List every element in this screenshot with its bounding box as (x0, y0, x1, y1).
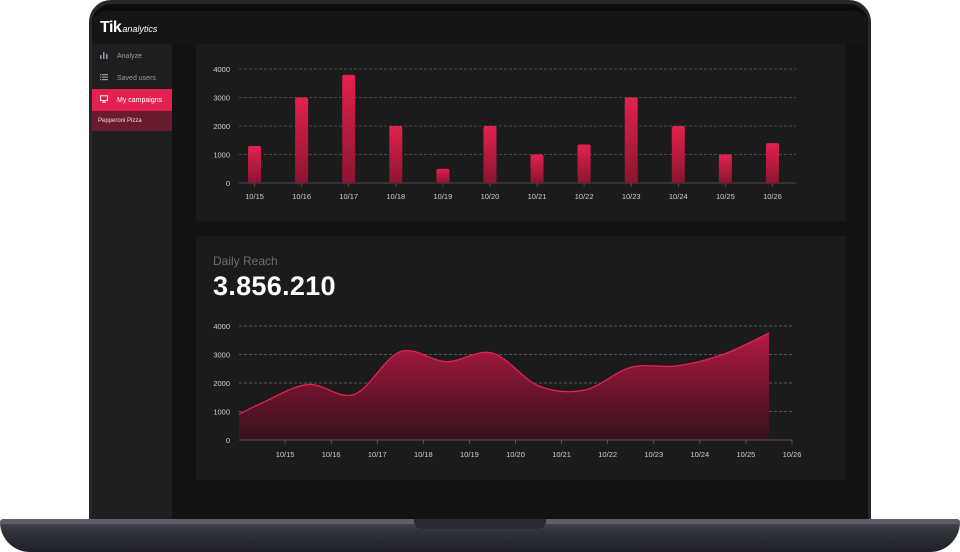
sidebar: Analyze Saved users My campaigns Peppero… (92, 44, 172, 519)
x-tick-label: 10/21 (552, 450, 571, 459)
x-tick-label: 10/18 (386, 192, 405, 201)
y-tick-label: 0 (226, 179, 230, 188)
x-tick-label: 10/23 (622, 192, 641, 201)
y-tick-label: 1000 (213, 408, 230, 417)
bar[interactable] (624, 97, 638, 184)
y-tick-label: 3000 (213, 94, 230, 103)
bar-chart-icon (100, 51, 108, 61)
y-tick-label: 2000 (213, 379, 230, 388)
brand-logo[interactable]: Tik analytics (100, 19, 157, 37)
y-tick-label: 4000 (213, 322, 230, 331)
sidebar-item-my-campaigns[interactable]: My campaigns (92, 89, 172, 111)
monitor-icon (100, 95, 108, 105)
card-title: Daily Reach (213, 254, 278, 268)
x-tick-label: 10/25 (737, 450, 756, 459)
bar[interactable] (577, 144, 591, 183)
y-tick-label: 2000 (213, 122, 230, 131)
bar[interactable] (530, 154, 544, 184)
bar[interactable] (342, 74, 356, 183)
x-tick-label: 10/17 (368, 450, 387, 459)
top-bar: Tik analytics (92, 11, 868, 44)
daily-reach-value: 3.856.210 (213, 271, 336, 301)
x-tick-label: 10/15 (245, 192, 264, 201)
sidebar-item-label: Analyze (117, 52, 142, 60)
sidebar-item-analyze[interactable]: Analyze (92, 45, 172, 67)
x-tick-label: 10/24 (690, 450, 709, 459)
x-tick-label: 10/23 (644, 450, 663, 459)
bar[interactable] (483, 126, 497, 183)
x-tick-label: 10/20 (481, 192, 500, 201)
bar-chart-card: 0 1000 2000 3000 4000 10/15 10/16 10/17 10/18 10/… (196, 44, 846, 221)
x-tick-label: 10/16 (292, 192, 311, 201)
brand-subtitle: analytics (122, 24, 158, 34)
x-tick-label: 10/15 (276, 450, 295, 459)
bar[interactable] (765, 143, 779, 183)
sidebar-item-label: My campaigns (117, 96, 163, 104)
bar[interactable] (718, 154, 732, 184)
bar[interactable] (389, 126, 403, 183)
y-tick-label: 4000 (213, 65, 230, 74)
laptop-notch (414, 519, 546, 529)
x-tick-label: 10/22 (575, 192, 594, 201)
x-tick-label: 10/26 (763, 192, 782, 201)
x-tick-label: 10/25 (716, 192, 735, 201)
app-screen: Tik analytics Analyze Saved users My cam… (92, 11, 868, 519)
sidebar-subitem-campaign[interactable]: Pepperoni Pizza (92, 111, 172, 131)
x-tick-label: 10/21 (528, 192, 547, 201)
sidebar-item-saved-users[interactable]: Saved users (92, 67, 172, 89)
bar[interactable] (248, 145, 262, 183)
main-content: 0 1000 2000 3000 4000 10/15 10/16 10/17 10/18 10/… (172, 44, 868, 519)
bar[interactable] (295, 97, 309, 184)
bar-chart: 0 1000 2000 3000 4000 10/15 10/16 10/17 10/18 10/… (213, 65, 796, 201)
x-tick-label: 10/18 (414, 450, 433, 459)
bar[interactable] (671, 126, 685, 183)
y-tick-label: 0 (226, 436, 230, 445)
y-tick-label: 3000 (213, 351, 230, 360)
x-tick-label: 10/17 (339, 192, 358, 201)
sidebar-item-label: Saved users (117, 74, 156, 82)
list-icon (100, 73, 108, 83)
x-tick-label: 10/24 (669, 192, 688, 201)
y-tick-label: 1000 (213, 151, 230, 160)
daily-reach-card: Daily Reach 3.856.210 0 1000 2000 3000 4000 1… (196, 236, 846, 480)
x-tick-label: 10/22 (598, 450, 617, 459)
brand-name: Tik (100, 19, 122, 36)
x-tick-label: 10/26 (783, 450, 802, 459)
x-tick-label: 10/16 (322, 450, 341, 459)
x-tick-label: 10/20 (506, 450, 525, 459)
x-tick-label: 10/19 (460, 450, 479, 459)
x-tick-label: 10/19 (433, 192, 452, 201)
bar[interactable] (436, 168, 450, 183)
